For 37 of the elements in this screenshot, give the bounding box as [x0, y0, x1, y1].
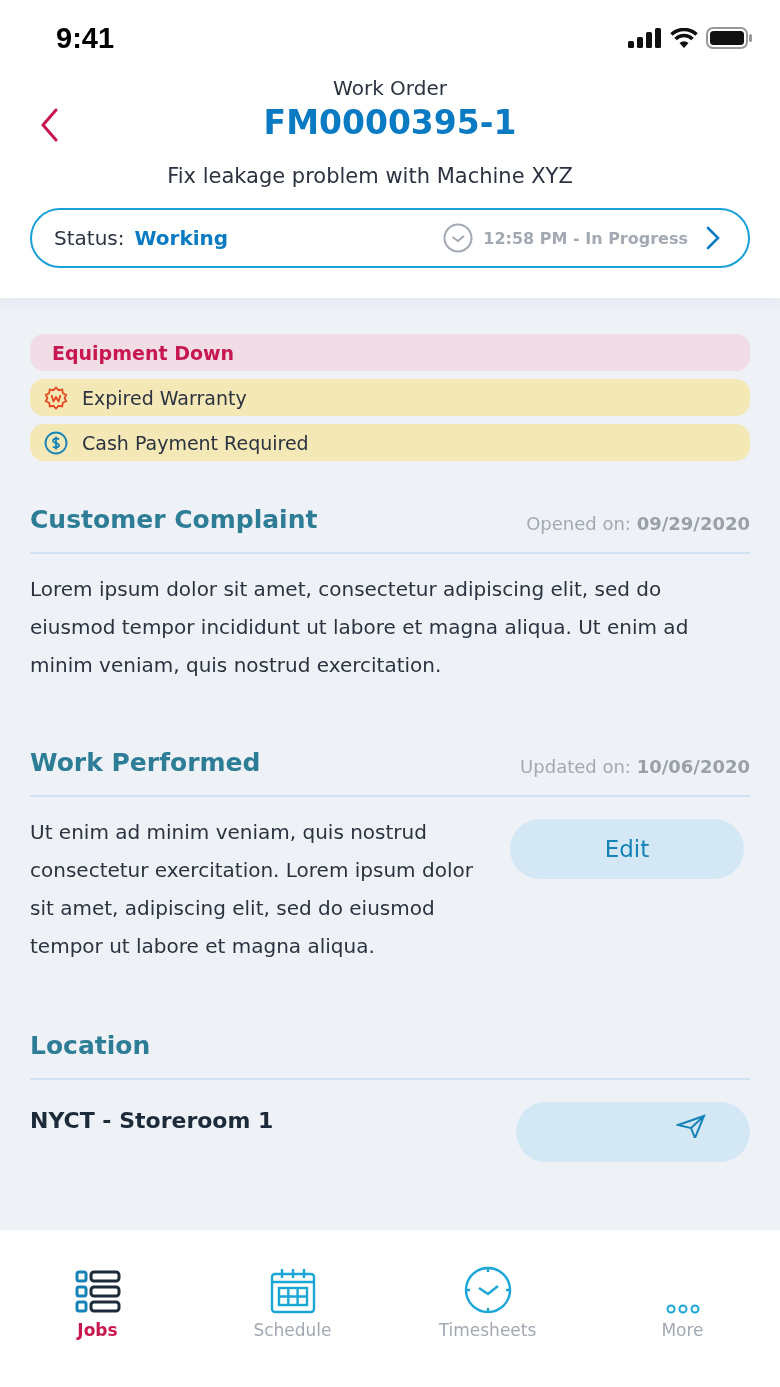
section-title: Customer Complaint	[30, 505, 318, 534]
status-label: Status:	[54, 226, 125, 250]
banner-text: Cash Payment Required	[82, 431, 309, 454]
wifi-icon	[670, 28, 698, 48]
tab-item[interactable]: Schedule	[195, 1250, 390, 1340]
battery-icon	[706, 27, 752, 49]
status-time-text: 12:58 PM - In Progress	[483, 228, 688, 248]
work-order-description: Fix leakage problem with Machine XYZ	[166, 164, 574, 188]
opened-date: Opened on: 09/29/2020	[526, 513, 750, 534]
work-order-number: FM0000395-1	[263, 102, 517, 144]
status-bar-button[interactable]: Status: Working 12:58 PM - In Progress	[30, 208, 750, 268]
location-name: NYCT - Storeroom 1	[30, 1108, 274, 1133]
back-button[interactable]	[40, 108, 60, 142]
section-title: Work Performed	[30, 748, 261, 777]
dollar-coin-icon	[44, 430, 68, 455]
tab-item[interactable]: More	[585, 1250, 780, 1340]
status-time: 9:41	[56, 21, 115, 55]
tab-item[interactable]: Timesheets	[390, 1250, 585, 1340]
signal-icon	[628, 28, 662, 48]
work-performed-text: Ut enim ad minim veniam, quis nostrud consectetur exercitation. Lorem ipsum dolor sit amet, adipiscing elit, sed do eiusmod tempor ut labore et magna aliqua.	[30, 819, 474, 960]
banner-text: Expired Warranty	[82, 386, 247, 409]
header-caption: Work Order	[332, 76, 448, 100]
status-value: Working	[134, 226, 229, 250]
complaint-text: Lorem ipsum dolor sit amet, consectetur adipiscing elit, sed do eiusmod tempor incididunt ut labore et magna aliqua. Ut enim ad minim veniam, quis nostrud exercitation.	[30, 576, 690, 679]
banner-text: Equipment Down	[52, 341, 235, 364]
calendar-icon	[269, 1268, 316, 1314]
tab-item[interactable]: Jobs	[0, 1250, 195, 1340]
section-title: Location	[30, 1031, 151, 1060]
updated-date: Updated on: 10/06/2020	[520, 756, 750, 777]
warranty-badge-icon	[44, 385, 68, 410]
more-icon	[665, 1304, 700, 1314]
clock-icon	[443, 223, 474, 253]
send-icon	[676, 1114, 706, 1138]
clock-icon	[463, 1266, 512, 1314]
list-icon	[74, 1270, 121, 1314]
chevron-right-icon	[706, 226, 720, 250]
edit-button[interactable]: Edit	[510, 819, 744, 879]
